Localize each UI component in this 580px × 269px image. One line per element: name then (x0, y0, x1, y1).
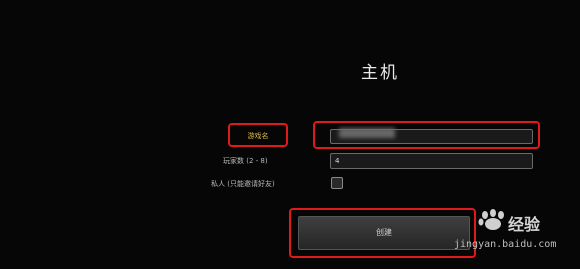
create-button[interactable]: 创建 (298, 216, 470, 250)
watermark-brand: 经验 (508, 215, 541, 234)
host-dialog: 主机 游戏名 玩家数 (2 - 8) 4 私人 (只能邀请好友) 创建 经验 j… (0, 0, 580, 269)
player-count-label: 玩家数 (2 - 8) (223, 157, 268, 165)
private-checkbox[interactable] (331, 177, 343, 189)
dialog-title: 主机 (361, 63, 399, 83)
player-count-input[interactable]: 4 (330, 153, 533, 169)
watermark-url: jingyan.baidu.com (454, 239, 557, 250)
redacted-name (339, 128, 395, 138)
baidu-paw-icon (478, 209, 504, 230)
game-name-label: 游戏名 (247, 132, 269, 140)
private-label: 私人 (只能邀请好友) (211, 180, 275, 188)
